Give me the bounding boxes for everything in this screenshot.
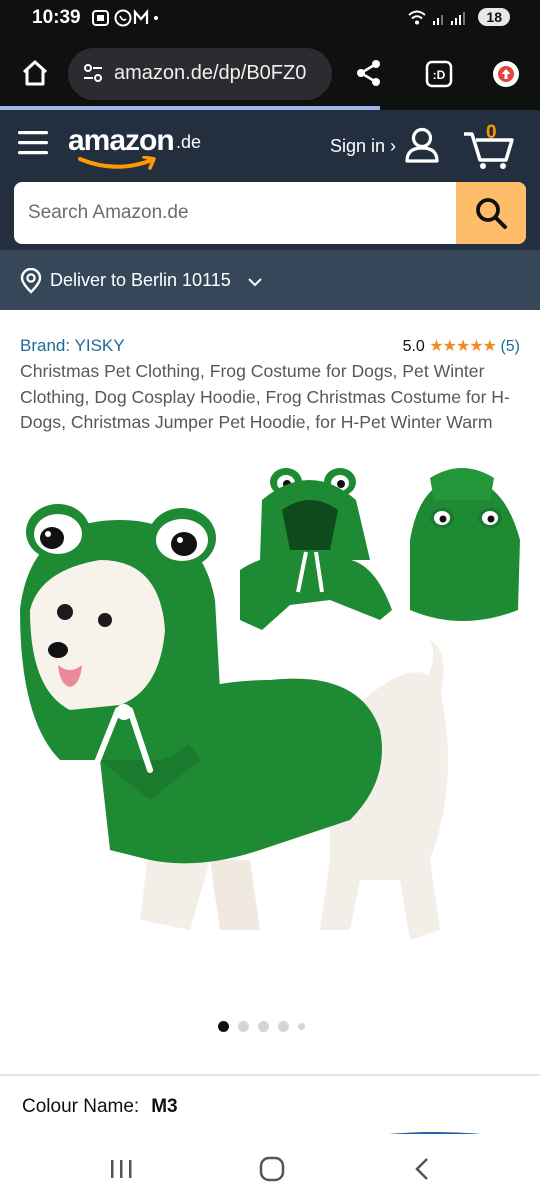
star-rating-icon: ★★★★★ [429, 338, 497, 355]
hoodie-thumbnail-back [410, 468, 520, 621]
cart-button[interactable]: 0 [462, 120, 516, 170]
pagination-dot-5[interactable] [298, 1023, 305, 1031]
hoodie-thumbnail-front [240, 468, 392, 630]
back-icon[interactable] [412, 1156, 432, 1182]
chevron-down-icon [248, 278, 262, 287]
colour-value: M3 [151, 1096, 178, 1117]
menu-icon[interactable] [18, 129, 48, 157]
amazon-header: amazon .de Sign in › 0 [0, 110, 540, 250]
product-image-gallery[interactable] [0, 460, 540, 1000]
pagination-dot-4[interactable] [278, 1021, 289, 1033]
status-bar: 10:39 18 [0, 0, 540, 38]
svg-text::D: :D [433, 68, 446, 82]
pagination-dot-1[interactable] [218, 1021, 229, 1033]
wifi-signal-icon [407, 10, 465, 26]
logo-text: amazon [68, 124, 175, 157]
amazon-smile-icon [78, 156, 156, 170]
cart-count: 0 [486, 122, 497, 143]
location-pin-icon [20, 268, 42, 294]
product-title: Christmas Pet Clothing, Frog Costume for… [20, 361, 510, 432]
rating-count: (5) [500, 338, 520, 355]
pagination-dot-3[interactable] [258, 1021, 269, 1033]
browser-toolbar: amazon.de/dp/B0FZ0 :D [0, 38, 540, 110]
recent-apps-icon[interactable] [108, 1158, 134, 1180]
product-image [20, 468, 520, 940]
image-pagination [218, 1018, 314, 1036]
section-divider [0, 1074, 540, 1076]
rating-summary[interactable]: 5.0 ★★★★★ (5) [403, 336, 520, 356]
notification-icons [92, 8, 158, 33]
deliver-location-bar[interactable]: Deliver to Berlin 10115 [0, 250, 540, 310]
search-input[interactable] [14, 182, 454, 244]
battery-badge: 18 [478, 8, 510, 26]
tabs-icon[interactable]: :D [425, 60, 453, 88]
search-button[interactable] [456, 182, 526, 244]
dog-in-frog-hoodie [20, 504, 448, 940]
amazon-logo[interactable]: amazon .de [68, 120, 218, 172]
battery-level: 18 [486, 9, 502, 25]
home-nav-icon[interactable] [258, 1156, 286, 1182]
account-icon[interactable] [404, 126, 440, 164]
home-icon[interactable] [20, 58, 50, 88]
deliver-to-text: Deliver to Berlin 10115 [50, 270, 231, 290]
sign-in-link[interactable]: Sign in › [330, 136, 396, 157]
colour-label: Colour Name: [22, 1096, 140, 1117]
pagination-dot-2[interactable] [238, 1021, 249, 1033]
share-icon[interactable] [354, 58, 384, 88]
rating-value: 5.0 [402, 338, 425, 355]
brand-link[interactable]: Brand: YISKY [20, 336, 125, 356]
url-bar[interactable]: amazon.de/dp/B0FZ0 [68, 48, 332, 100]
notification-icons-svg [92, 9, 158, 27]
status-time: 10:39 [32, 7, 81, 28]
colour-name-row: Colour Name: M3 [22, 1096, 178, 1118]
site-settings-icon[interactable] [82, 62, 104, 84]
status-right: 18 [407, 8, 510, 27]
search-icon [476, 198, 507, 229]
search-bar [14, 182, 526, 244]
system-navigation-bar [0, 1134, 540, 1204]
update-icon[interactable] [492, 60, 520, 88]
url-text: amazon.de/dp/B0FZ0 [114, 62, 307, 84]
logo-tld: .de [176, 132, 202, 152]
